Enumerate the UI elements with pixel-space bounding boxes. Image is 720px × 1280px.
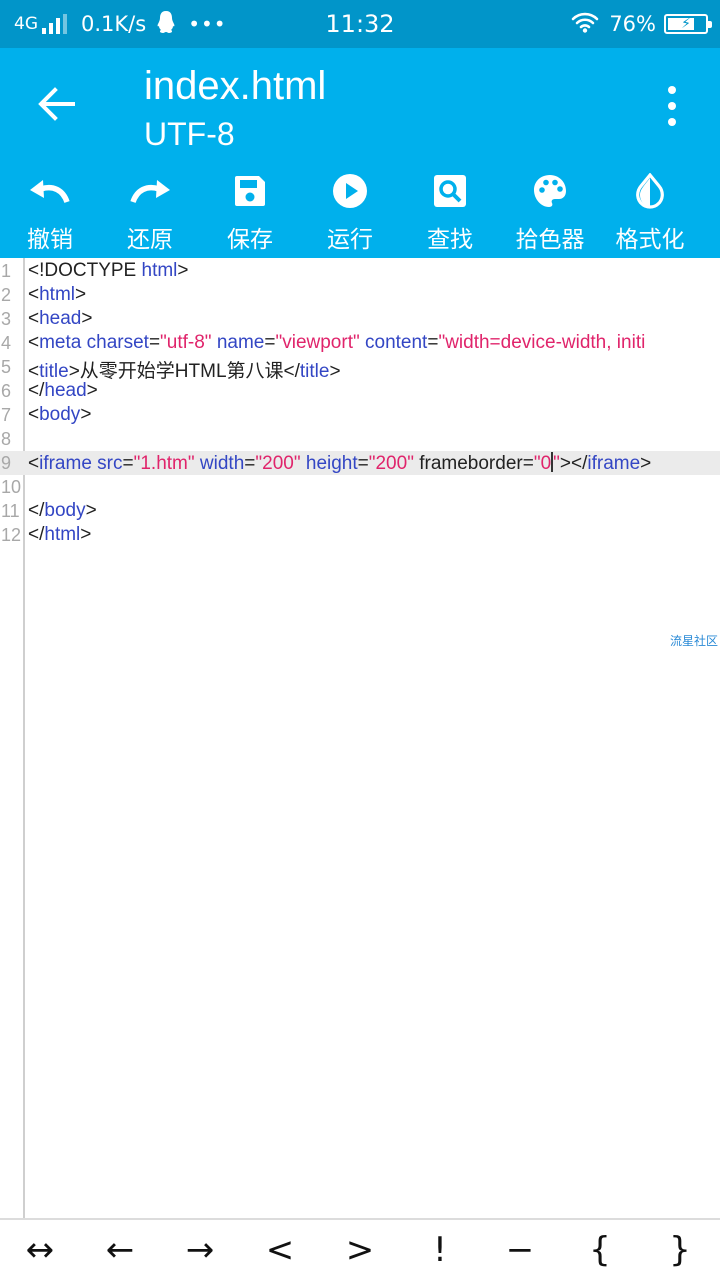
- code-text: <meta charset="utf-8" name="viewport" co…: [28, 332, 646, 353]
- redo-label: 还原: [127, 227, 173, 253]
- file-title: index.html: [144, 64, 327, 108]
- symbol-key[interactable]: >: [320, 1220, 400, 1280]
- find-button[interactable]: 查找: [400, 168, 500, 258]
- code-text: </body>: [28, 500, 97, 521]
- line-number: 1: [1, 261, 12, 281]
- format-label: 格式化: [615, 227, 685, 253]
- symbol-key[interactable]: −: [480, 1220, 560, 1280]
- symbol-key[interactable]: !: [400, 1220, 480, 1280]
- save-label: 保存: [227, 227, 273, 253]
- undo-icon: [27, 170, 73, 212]
- status-right: 76% ⚡: [571, 10, 712, 38]
- wifi-icon: [571, 11, 599, 38]
- battery-icon: ⚡: [664, 14, 712, 34]
- play-icon: [332, 170, 368, 212]
- undo-label: 撤销: [27, 227, 73, 253]
- symbol-key[interactable]: ↔: [0, 1220, 80, 1280]
- code-text: </html>: [28, 524, 92, 545]
- code-text: <head>: [28, 308, 93, 329]
- code-editor[interactable]: 1 <!DOCTYPE html> 2 <html> 3 <head> 4 <m…: [0, 258, 720, 1218]
- code-text: <body>: [28, 404, 92, 425]
- code-line[interactable]: 7 <body>: [0, 403, 720, 427]
- run-button[interactable]: 运行: [300, 168, 400, 258]
- code-line[interactable]: 1 <!DOCTYPE html>: [0, 259, 720, 283]
- line-number: 4: [1, 333, 12, 353]
- find-label: 查找: [427, 227, 473, 253]
- line-number: 8: [1, 429, 12, 449]
- symbol-bar: ↔ ← → < > ! − { }: [0, 1218, 720, 1280]
- save-icon: [233, 170, 267, 212]
- line-number: 7: [1, 405, 12, 425]
- back-button[interactable]: [30, 78, 82, 130]
- more-vertical-icon: [668, 86, 676, 94]
- code-text: <iframe src="1.htm" width="200" height="…: [28, 452, 652, 474]
- color-picker-button[interactable]: 拾色器: [500, 168, 600, 258]
- watermark: 流星社区: [669, 634, 718, 648]
- code-line[interactable]: 12 </html>: [0, 523, 720, 547]
- format-button[interactable]: 格式化: [600, 168, 700, 258]
- symbol-key[interactable]: ←: [80, 1220, 160, 1280]
- line-number: 12: [1, 525, 22, 545]
- code-line[interactable]: 2 <html>: [0, 283, 720, 307]
- line-number: 2: [1, 285, 12, 305]
- symbol-key[interactable]: <: [240, 1220, 320, 1280]
- line-number: 6: [1, 381, 12, 401]
- line-number: 5: [1, 357, 12, 377]
- app-bar: index.html UTF-8 撤销 还原 保存 运行 查找 拾色器 格式化: [0, 48, 720, 258]
- code-line[interactable]: 6 </head>: [0, 379, 720, 403]
- line-number: 3: [1, 309, 12, 329]
- symbol-key[interactable]: {: [560, 1220, 640, 1280]
- symbol-key[interactable]: }: [640, 1220, 720, 1280]
- save-button[interactable]: 保存: [200, 168, 300, 258]
- undo-button[interactable]: 撤销: [0, 168, 100, 258]
- code-text: </head>: [28, 380, 98, 401]
- code-line[interactable]: 11 </body>: [0, 499, 720, 523]
- code-text: <!DOCTYPE html>: [28, 260, 189, 281]
- run-label: 运行: [327, 227, 373, 253]
- more-options-button[interactable]: [652, 82, 692, 130]
- code-line-current[interactable]: 9 <iframe src="1.htm" width="200" height…: [0, 451, 720, 475]
- line-number: 11: [1, 501, 20, 521]
- redo-icon: [127, 170, 173, 212]
- symbol-key[interactable]: →: [160, 1220, 240, 1280]
- file-encoding: UTF-8: [144, 116, 235, 152]
- battery-percent: 76%: [609, 12, 656, 36]
- code-line[interactable]: 10: [0, 475, 720, 499]
- code-line[interactable]: 4 <meta charset="utf-8" name="viewport" …: [0, 331, 720, 355]
- line-number: 10: [1, 477, 22, 497]
- code-text: <html>: [28, 284, 87, 305]
- arrow-left-icon: [38, 87, 75, 121]
- search-icon: [433, 170, 467, 212]
- code-line[interactable]: 5 <title>从零开始学HTML第八课</title>: [0, 355, 720, 382]
- toolbar: 撤销 还原 保存 运行 查找 拾色器 格式化: [0, 168, 720, 258]
- code-line[interactable]: 8: [0, 427, 720, 451]
- color-picker-label: 拾色器: [515, 227, 585, 253]
- charging-bolt-icon: ⚡: [681, 16, 691, 32]
- status-bar: 4G 0.1K/s ••• 11:32 76% ⚡: [0, 0, 720, 48]
- format-drop-icon: [635, 170, 665, 212]
- redo-button[interactable]: 还原: [100, 168, 200, 258]
- line-number: 9: [1, 453, 12, 473]
- code-line[interactable]: 3 <head>: [0, 307, 720, 331]
- palette-icon: [532, 170, 568, 212]
